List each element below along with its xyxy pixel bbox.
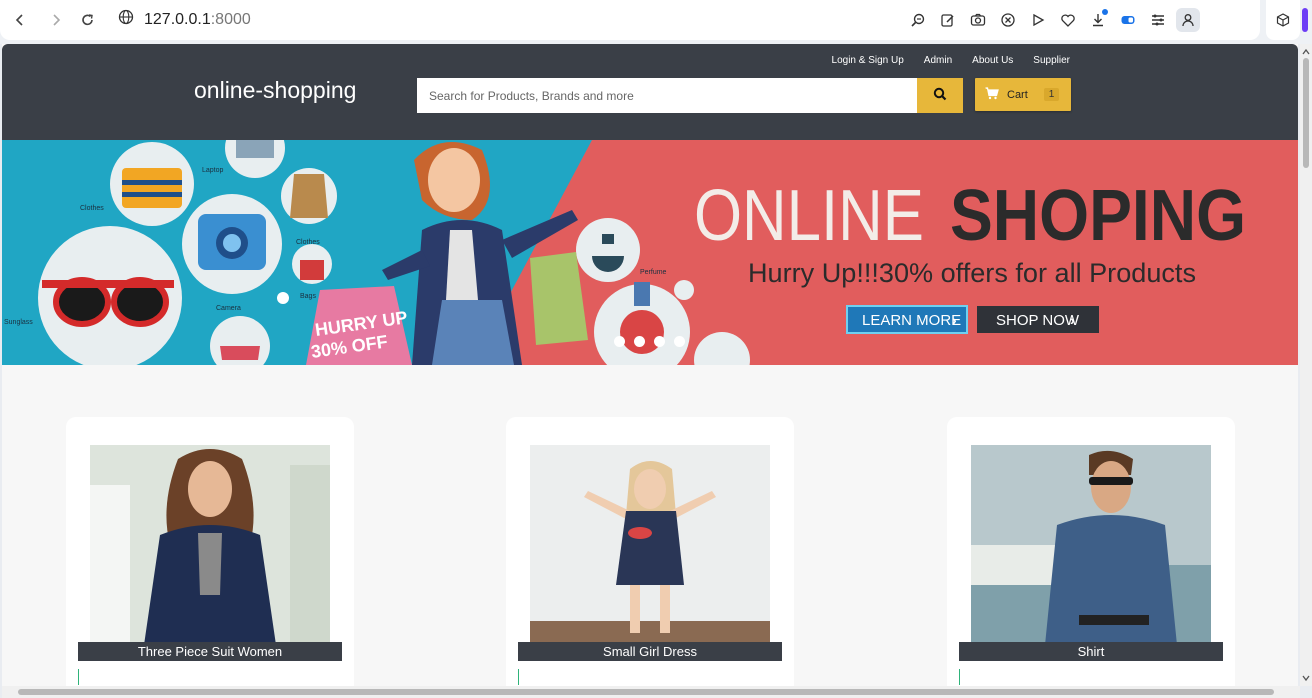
banner-subline: Hurry Up!!!30% offers for all Products bbox=[748, 258, 1196, 288]
carousel-dot-4[interactable] bbox=[674, 336, 685, 347]
card-accent bbox=[518, 669, 519, 685]
hero-banner[interactable]: HURRY UP 30% OFF Clothes Laptop Clothes … bbox=[2, 140, 1298, 365]
menu-icon[interactable] bbox=[1146, 8, 1170, 32]
heart-icon[interactable] bbox=[1056, 8, 1080, 32]
vertical-scrollbar[interactable] bbox=[1300, 44, 1312, 686]
carousel-dot-1[interactable] bbox=[614, 336, 625, 347]
vertical-scroll-thumb[interactable] bbox=[1303, 58, 1309, 168]
search-input[interactable] bbox=[417, 78, 917, 113]
back-icon[interactable] bbox=[8, 8, 32, 32]
scroll-up-icon bbox=[1302, 48, 1310, 55]
label-clothes: Clothes bbox=[80, 205, 104, 212]
edit-icon[interactable] bbox=[936, 8, 960, 32]
scroll-down-icon bbox=[1302, 675, 1310, 682]
product-name[interactable]: Shirt bbox=[959, 642, 1223, 661]
carousel-dot-2[interactable] bbox=[634, 336, 645, 347]
horizontal-scroll-thumb[interactable] bbox=[18, 689, 1274, 695]
top-nav: Login & Sign Up Admin About Us Supplier bbox=[832, 55, 1070, 66]
search-button[interactable] bbox=[917, 78, 963, 113]
reload-icon[interactable] bbox=[76, 8, 100, 32]
about-us-link[interactable]: About Us bbox=[972, 55, 1013, 66]
label-bags: Bags bbox=[300, 293, 316, 300]
label-laptop: Laptop bbox=[202, 167, 224, 174]
learn-more-label: LEARN MORE bbox=[862, 312, 961, 329]
site-brand[interactable]: online-shopping bbox=[194, 77, 356, 104]
label-clothes-2: Clothes bbox=[296, 239, 320, 246]
carousel-indicators bbox=[614, 336, 685, 347]
toolbar-icons bbox=[906, 8, 1200, 32]
site-header: Login & Sign Up Admin About Us Supplier … bbox=[2, 44, 1298, 140]
banner-artwork: HURRY UP 30% OFF Clothes Laptop Clothes … bbox=[2, 140, 1298, 365]
cart-icon bbox=[985, 86, 999, 103]
shield-icon[interactable] bbox=[996, 8, 1020, 32]
browser-chrome: 127.0.0.1:8000 bbox=[0, 0, 1312, 44]
camera-icon[interactable] bbox=[966, 8, 990, 32]
zoom-icon[interactable] bbox=[906, 8, 930, 32]
forward-icon[interactable] bbox=[44, 8, 68, 32]
cart-label: Cart bbox=[1007, 88, 1028, 101]
sidebar-indicator[interactable] bbox=[1302, 8, 1308, 32]
product-image-suit[interactable] bbox=[90, 445, 330, 645]
url-host: 127.0.0.1 bbox=[144, 10, 211, 28]
cart-count-badge: 1 bbox=[1043, 88, 1060, 101]
shop-now-label: SHOP NOW bbox=[996, 312, 1080, 329]
url-field[interactable]: 127.0.0.1:8000 bbox=[118, 9, 251, 30]
toggle-icon[interactable] bbox=[1116, 8, 1140, 32]
address-bar-container: 127.0.0.1:8000 bbox=[0, 0, 1260, 40]
learn-more-chevron-icon: › bbox=[952, 312, 957, 328]
product-image-shirt[interactable] bbox=[971, 445, 1211, 645]
product-name[interactable]: Three Piece Suit Women bbox=[78, 642, 342, 661]
horizontal-scrollbar[interactable] bbox=[2, 686, 1300, 698]
banner-headline-bold: SHOPING bbox=[950, 176, 1246, 256]
shop-now-chevron-icon: › bbox=[1070, 312, 1075, 328]
label-sunglass: Sunglass bbox=[4, 319, 33, 326]
search-icon bbox=[933, 87, 947, 104]
supplier-link[interactable]: Supplier bbox=[1033, 55, 1070, 66]
label-perfume: Perfume bbox=[640, 269, 667, 276]
product-name[interactable]: Small Girl Dress bbox=[518, 642, 782, 661]
profile-icon[interactable] bbox=[1176, 8, 1200, 32]
page-viewport: Login & Sign Up Admin About Us Supplier … bbox=[2, 44, 1298, 686]
carousel-dot-3[interactable] bbox=[654, 336, 665, 347]
product-card[interactable]: Shirt bbox=[947, 417, 1235, 686]
admin-link[interactable]: Admin bbox=[924, 55, 952, 66]
cube-icon[interactable] bbox=[1266, 0, 1300, 40]
site-info-icon[interactable] bbox=[118, 9, 134, 30]
product-image-girl-dress[interactable] bbox=[530, 445, 770, 645]
url-port: :8000 bbox=[210, 10, 251, 28]
play-icon[interactable] bbox=[1026, 8, 1050, 32]
product-card[interactable]: Three Piece Suit Women bbox=[66, 417, 354, 686]
banner-headline-light: ONLINE bbox=[694, 176, 924, 256]
product-grid: Three Piece Suit Women Small Girl Dress … bbox=[2, 365, 1298, 686]
product-card[interactable]: Small Girl Dress bbox=[506, 417, 794, 686]
label-camera: Camera bbox=[216, 305, 241, 312]
download-icon[interactable] bbox=[1086, 8, 1110, 32]
cart-button[interactable]: Cart 1 bbox=[975, 78, 1071, 111]
card-accent bbox=[959, 669, 960, 685]
login-signup-link[interactable]: Login & Sign Up bbox=[832, 55, 904, 66]
search-bar bbox=[417, 78, 963, 113]
card-accent bbox=[78, 669, 79, 685]
